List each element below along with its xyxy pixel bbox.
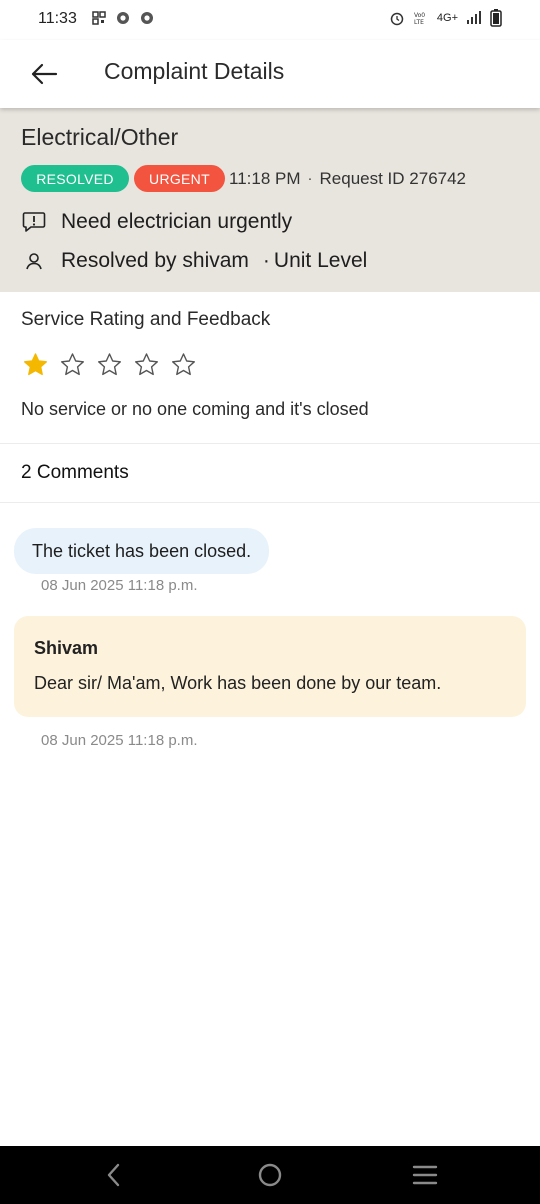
- chrome-icon: [141, 12, 153, 24]
- chrome-icon: [117, 12, 129, 24]
- resolver-row: Resolved by shivam · Unit Level: [21, 248, 367, 274]
- star-empty-icon[interactable]: [96, 352, 123, 379]
- comment-author: Shivam: [34, 638, 99, 658]
- level-separator: ·: [262, 249, 270, 272]
- comments-count: 2 Comments: [21, 462, 129, 483]
- status-left-icons: [92, 11, 154, 25]
- comment-text: Dear sir/ Ma'am, Work has been done by o…: [34, 673, 442, 693]
- system-nav-bar: [0, 1146, 540, 1204]
- network-type: 4G+: [436, 12, 458, 24]
- rating-section: Service Rating and Feedback No service o…: [0, 292, 540, 444]
- complaint-description-row: Need electrician urgently: [21, 209, 292, 235]
- nav-home-icon: [258, 1163, 282, 1187]
- request-id: Request ID 276742: [319, 168, 467, 188]
- comment-timestamp: 08 Jun 2025 11:18 p.m.: [41, 577, 198, 594]
- status-badge: RESOLVED: [21, 165, 129, 192]
- arrow-left-icon: [31, 63, 58, 85]
- status-right-icons: Vo0 LTE 4G+: [389, 9, 502, 27]
- comment-timestamp: 08 Jun 2025 11:18 p.m.: [41, 732, 198, 749]
- resolved-by: Resolved by shivam: [61, 249, 249, 272]
- app-bar: Complaint Details: [0, 40, 540, 108]
- status-time: 11:33: [38, 10, 77, 27]
- person-icon: [21, 248, 47, 274]
- status-bar: 11:33 Vo0 LTE 4G+: [0, 0, 540, 40]
- meta-separator: ·: [307, 170, 313, 187]
- back-button[interactable]: [24, 56, 64, 92]
- star-filled-icon[interactable]: [22, 352, 49, 379]
- star-empty-icon[interactable]: [59, 352, 86, 379]
- complaint-description: Need electrician urgently: [61, 210, 293, 233]
- complaint-category: Electrical/Other: [21, 124, 179, 150]
- star-rating: [22, 352, 197, 379]
- comments-header: 2 Comments: [0, 445, 540, 503]
- complaint-summary: Electrical/Other RESOLVED URGENT 11:18 P…: [0, 108, 540, 292]
- feedback-alert-icon: [21, 209, 47, 235]
- priority-badge: URGENT: [134, 165, 225, 192]
- volte-icon: Vo0LTE: [414, 12, 425, 26]
- feedback-text: No service or no one coming and it's clo…: [21, 399, 369, 419]
- nav-recents-button[interactable]: [410, 1160, 440, 1190]
- nav-back-button[interactable]: [99, 1160, 129, 1190]
- comment-bubble: Shivam Dear sir/ Ma'am, Work has been do…: [14, 616, 526, 717]
- rating-title: Service Rating and Feedback: [21, 309, 271, 330]
- alarm-icon: [390, 12, 404, 26]
- nav-back-icon: [107, 1163, 120, 1187]
- page-title: Complaint Details: [104, 58, 285, 84]
- complaint-meta: RESOLVED URGENT 11:18 PM · Request ID 27…: [21, 165, 466, 192]
- signal-icon: [467, 11, 481, 24]
- star-empty-icon[interactable]: [170, 352, 197, 379]
- comment-bubble: The ticket has been closed.: [14, 528, 270, 574]
- svg-text:LTE: LTE: [414, 19, 424, 26]
- svg-text:Vo0: Vo0: [414, 12, 425, 19]
- star-empty-icon[interactable]: [133, 352, 160, 379]
- complaint-time: 11:18 PM: [229, 168, 301, 188]
- nav-recents-icon: [412, 1165, 438, 1185]
- resolution-level: Unit Level: [273, 249, 368, 272]
- qr-icon: [92, 11, 106, 25]
- battery-icon: [490, 9, 502, 27]
- comment-text: The ticket has been closed.: [32, 540, 252, 561]
- nav-home-button[interactable]: [255, 1160, 285, 1190]
